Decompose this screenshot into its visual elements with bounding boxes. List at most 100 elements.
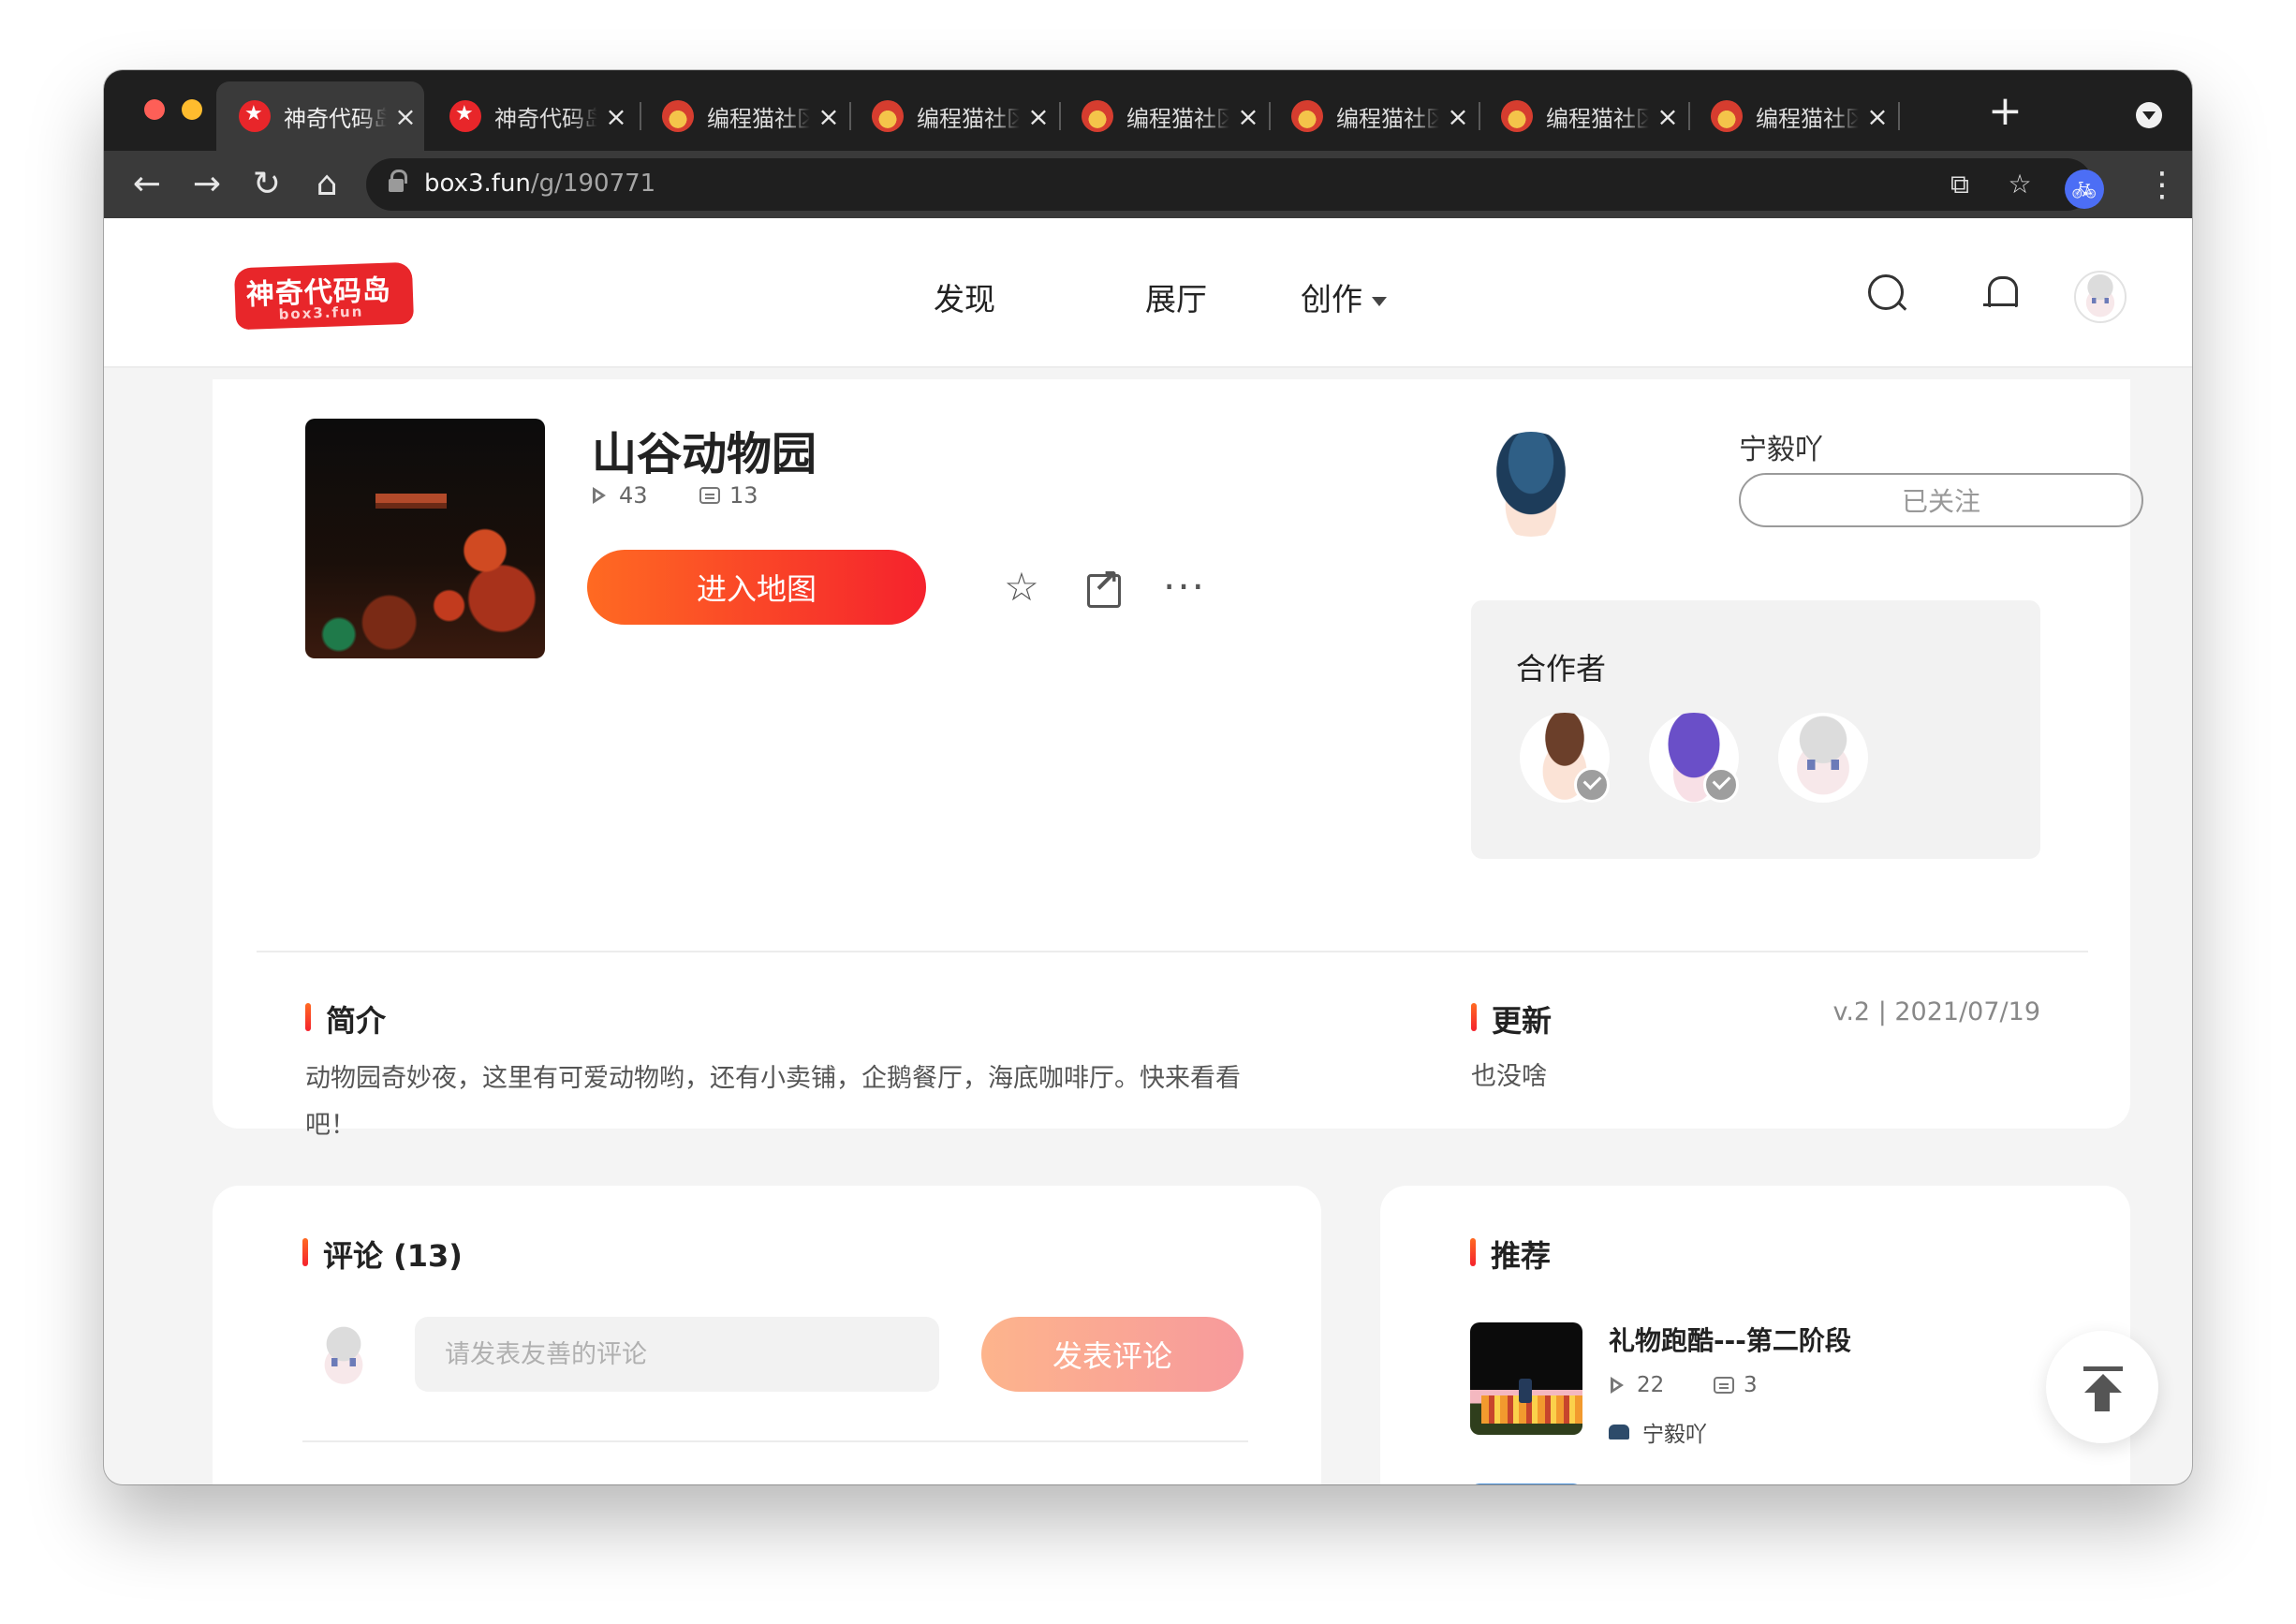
follow-button[interactable]: 已关注 [1739,473,2143,527]
collaborators-title: 合作者 [1516,651,1607,687]
close-tab-icon[interactable]: × [1020,101,1057,132]
post-comment-button[interactable]: 发表评论 [981,1317,1244,1392]
star-favicon-icon [449,100,481,132]
site-logo[interactable]: 神奇代码岛 box3.fun [233,261,415,331]
reload-icon[interactable]: ↻ [246,164,287,205]
close-tab-icon[interactable]: × [1649,101,1686,132]
author-avatar[interactable] [1479,432,1583,537]
back-to-top-button[interactable] [2046,1331,2158,1443]
open-in-app-icon[interactable]: ⧉ [1945,170,1975,199]
recommendation-author-name: 宁毅吖 [1642,1423,1707,1447]
comment-input[interactable] [415,1317,939,1392]
browser-tab[interactable]: 编程猫社区 × [1688,81,1896,151]
my-avatar [311,1324,376,1390]
arrow-up-icon [2095,1391,2110,1411]
author-name[interactable]: 宁毅吖 [1739,426,1823,467]
browser-menu-icon[interactable]: ⋮ [2145,166,2179,204]
nav-create[interactable]: 创作 [1301,274,1387,319]
profile-avatar-icon[interactable] [2065,170,2104,209]
more-icon[interactable]: ··· [1158,561,1211,613]
browser-tab[interactable]: 编程猫社区 × [1059,81,1267,151]
browser-tab[interactable]: 神奇代码岛 × [427,81,635,151]
bookmark-star-icon[interactable]: ☆ [2005,170,2035,199]
home-icon[interactable]: ⌂ [306,164,347,205]
tab-title: 编程猫社区 [1126,105,1229,132]
minimize-window-button[interactable] [182,99,202,120]
recommendation-plays: 22 [1611,1373,1664,1397]
browser-window: 神奇代码岛 × 神奇代码岛 × 编程猫社区 × 编程猫社区 × 编程猫社区 × [104,70,2192,1484]
comment-icon [1714,1377,1734,1394]
favorite-star-icon[interactable]: ☆ [995,561,1048,613]
recommend-title: 推荐 [1470,1233,1551,1276]
play-icon [593,487,608,504]
tab-title: 编程猫社区 [1336,105,1439,132]
enter-map-button[interactable]: 进入地图 [587,550,926,625]
recommendation-thumbnail[interactable] [1470,1322,1582,1435]
game-thumbnail [305,419,545,658]
share-icon[interactable] [1076,555,1128,613]
close-tab-icon[interactable]: × [1229,101,1267,132]
collaborator-avatar[interactable] [1649,713,1739,803]
tab-title: 编程猫社区 [1756,105,1859,132]
collaborator-avatar[interactable] [1520,713,1610,803]
cat-favicon-icon [1082,100,1113,132]
url-path: /g/190771 [530,170,656,198]
author-mini-avatar-icon [1609,1425,1629,1439]
game-title: 山谷动物园 [592,428,817,480]
cat-favicon-icon [872,100,904,132]
comment-count: 13 [699,482,758,509]
nav-gallery[interactable]: 展厅 [1145,274,1207,319]
cat-favicon-icon [662,100,694,132]
site-header: 神奇代码岛 box3.fun 发现 展厅 创作 [104,218,2192,368]
tab-search-icon[interactable] [2136,102,2162,128]
recommendation-comments: 3 [1714,1373,1758,1397]
comment-count-value: 13 [729,482,758,509]
bell-icon[interactable] [1980,273,2024,316]
recommendation-comment-count: 3 [1744,1373,1758,1397]
logo-subtext: box3.fun [278,303,364,323]
browser-tab[interactable]: 编程猫社区 × [1269,81,1477,151]
close-tab-icon[interactable]: × [387,101,424,132]
cat-favicon-icon [1291,100,1323,132]
browser-tab[interactable]: 编程猫社区 × [849,81,1057,151]
collaborators-panel: 合作者 [1471,600,2040,859]
comments-title: 评论 (13) [302,1233,463,1276]
new-tab-icon[interactable]: + [1988,87,2023,135]
back-arrow-icon[interactable]: ← [126,164,168,205]
tab-title: 编程猫社区 [1546,105,1649,132]
lock-icon[interactable] [389,170,407,194]
nav-discover[interactable]: 发现 [934,274,995,319]
browser-tab[interactable]: 神奇代码岛 × [216,81,424,151]
recommendation-title[interactable]: 礼物跑酷---第二阶段 [1609,1321,1851,1358]
recommendation-author[interactable]: 宁毅吖 [1609,1416,1707,1448]
comments-card: 评论 (13) 发表评论 [213,1186,1321,1484]
caret-down-icon [1372,296,1387,306]
cat-favicon-icon [1711,100,1743,132]
tab-title: 编程猫社区 [917,105,1020,132]
search-icon[interactable] [1866,273,1909,316]
browser-tab[interactable]: 编程猫社区 × [640,81,847,151]
url-host: box3.fun [424,170,531,198]
close-tab-icon[interactable]: × [810,101,847,132]
tab-title: 编程猫社区 [707,105,810,132]
browser-tab[interactable]: 编程猫社区 × [1479,81,1686,151]
collaborator-avatar[interactable] [1778,713,1868,803]
close-tab-icon[interactable]: × [1859,101,1896,132]
play-count: 43 [593,482,648,509]
url-text[interactable]: box3.fun/g/190771 [424,170,655,198]
cat-favicon-icon [1501,100,1533,132]
intro-title: 简介 [305,997,386,1041]
close-tab-icon[interactable]: × [1439,101,1477,132]
user-avatar[interactable] [2074,271,2127,323]
close-tab-icon[interactable]: × [597,101,635,132]
play-count-value: 43 [619,482,648,509]
recommendations-card: 推荐 礼物跑酷---第二阶段 22 3 宁毅吖 [1380,1186,2130,1484]
tab-title: 神奇代码岛 [494,105,597,132]
update-title: 更新 [1471,997,1552,1041]
close-window-button[interactable] [144,99,165,120]
address-bar[interactable]: box3.fun/g/190771 ⧉ ☆ [366,158,2093,211]
forward-arrow-icon[interactable]: → [186,164,228,205]
verified-check-icon [1703,767,1739,803]
tab-separator [1898,102,1900,130]
section-divider [257,951,2088,952]
